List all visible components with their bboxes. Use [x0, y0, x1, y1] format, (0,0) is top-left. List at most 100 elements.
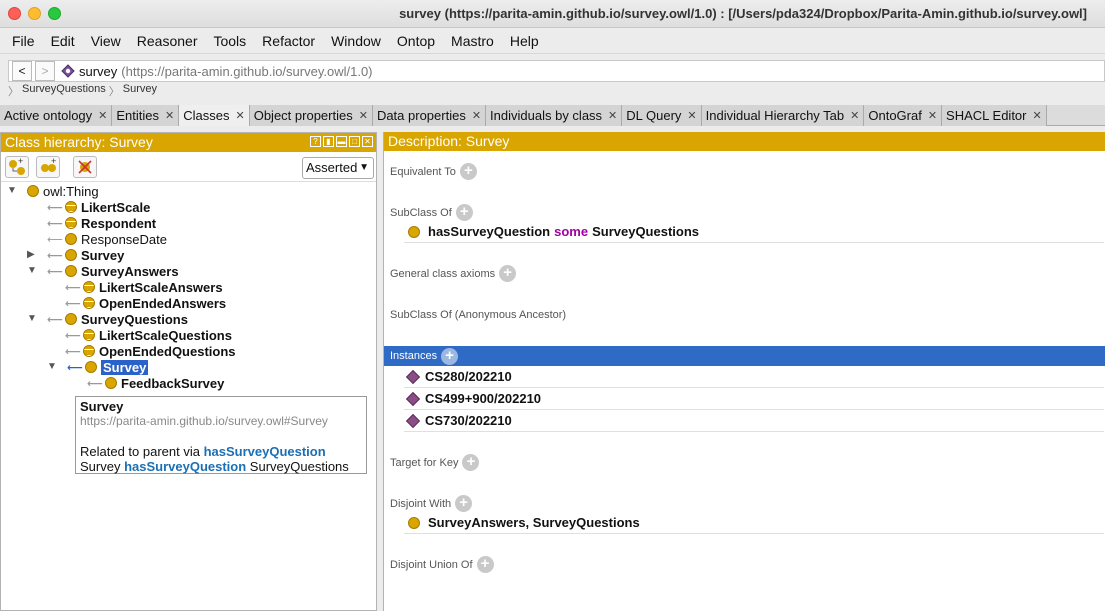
svg-text:+: + — [51, 157, 56, 166]
tab-active-ontology[interactable]: Active ontology ✕ — [0, 105, 113, 126]
chevron-down-icon: ▼ — [359, 162, 369, 173]
instance-item[interactable]: CS499+900/202210 — [405, 391, 541, 406]
tooltip-relation: Related to parent via hasSurveyQuestion — [80, 444, 362, 459]
tree-node-openendedquestions[interactable]: ⟵ OpenEndedQuestions — [65, 343, 236, 359]
expand-toggle-icon[interactable]: ▼ — [27, 265, 37, 276]
close-tab-icon[interactable]: ✕ — [850, 109, 859, 122]
tooltip-text: SurveyQuestions — [246, 459, 349, 474]
close-tab-icon[interactable]: ✕ — [359, 109, 368, 122]
tree-node-survey[interactable]: ⟵ Survey — [47, 247, 124, 263]
menu-refactor[interactable]: Refactor — [254, 33, 323, 49]
close-tab-icon[interactable]: ✕ — [98, 109, 107, 122]
class-hierarchy-panel: Class hierarchy: Survey ? ▮ ▬ □ ✕ + + As… — [0, 132, 377, 611]
close-tab-icon[interactable]: ✕ — [928, 109, 937, 122]
expand-toggle-icon[interactable]: ▼ — [47, 361, 57, 372]
tab-individuals-by-class[interactable]: Individuals by class ✕ — [486, 105, 623, 126]
defined-class-icon — [83, 281, 95, 293]
tab-individual-hierarchy[interactable]: Individual Hierarchy Tab ✕ — [701, 105, 865, 126]
add-sibling-button[interactable]: + — [36, 156, 60, 178]
help-icon[interactable]: ? — [310, 136, 321, 147]
menu-mastro[interactable]: Mastro — [443, 33, 502, 49]
subclass-arrow-icon: ⟵ — [47, 201, 63, 214]
menu-help[interactable]: Help — [502, 33, 547, 49]
tab-object-properties[interactable]: Object properties ✕ — [249, 105, 373, 126]
close-window-button[interactable] — [8, 7, 21, 20]
add-superclass-button[interactable]: + — [455, 204, 473, 221]
class-icon — [408, 516, 420, 529]
maximize-window-button[interactable] — [48, 7, 61, 20]
add-instance-button[interactable]: + — [441, 347, 459, 365]
add-equivalent-button[interactable]: + — [459, 163, 477, 180]
close-tab-icon[interactable]: ✕ — [472, 109, 481, 122]
individual-icon — [405, 413, 421, 428]
instance-item[interactable]: CS730/202210 — [405, 413, 512, 428]
tree-node-likertscale[interactable]: ⟵ LikertScale — [47, 199, 150, 215]
add-general-axiom-button[interactable]: + — [499, 265, 517, 282]
tab-classes[interactable]: Classes ✕ — [179, 105, 250, 126]
pin-icon[interactable]: ▮ — [323, 136, 334, 147]
close-tab-icon[interactable]: ✕ — [165, 109, 174, 122]
tree-node-respondent[interactable]: ⟵ Respondent — [47, 215, 156, 231]
tree-node-surveyanswers[interactable]: ⟵ SurveyAnswers — [47, 263, 179, 279]
tree-node-owl-thing[interactable]: owl:Thing — [27, 183, 99, 199]
back-button[interactable]: < — [12, 61, 32, 81]
section-label: SubClass Of — [390, 206, 452, 219]
close-panel-icon[interactable]: ✕ — [362, 136, 373, 147]
menu-file[interactable]: File — [4, 33, 43, 49]
tab-ontograf[interactable]: OntoGraf ✕ — [864, 105, 943, 126]
tree-node-feedbacksurvey[interactable]: ⟵ FeedbackSurvey — [87, 375, 224, 391]
close-tab-icon[interactable]: ✕ — [687, 109, 696, 122]
expand-toggle-icon[interactable]: ▼ — [27, 313, 37, 324]
subclass-axiom[interactable]: hasSurveyQuestion some SurveyQuestions — [408, 224, 699, 239]
tree-node-openendedanswers[interactable]: ⟵ OpenEndedAnswers — [65, 295, 226, 311]
class-icon — [85, 361, 97, 373]
close-tab-icon[interactable]: ✕ — [236, 109, 245, 122]
class-icon — [65, 265, 77, 277]
tree-node-likertscaleanswers[interactable]: ⟵ LikertScaleAnswers — [65, 279, 223, 295]
axiom-filler: SurveyQuestions — [592, 224, 700, 239]
close-tab-icon[interactable]: ✕ — [608, 109, 617, 122]
menu-tools[interactable]: Tools — [205, 33, 254, 49]
section-general-axioms: General class axioms + — [390, 265, 517, 282]
subclass-arrow-icon: ⟵ — [65, 281, 81, 294]
breadcrumb-item[interactable]: SurveyQuestions — [22, 83, 106, 99]
tab-data-properties[interactable]: Data properties ✕ — [372, 105, 487, 126]
menu-window[interactable]: Window — [323, 33, 389, 49]
tab-shacl-editor[interactable]: SHACL Editor ✕ — [942, 105, 1047, 126]
expand-toggle-icon[interactable]: ▶ — [27, 249, 35, 260]
subclass-arrow-icon: ⟵ — [65, 345, 81, 358]
defined-class-icon — [83, 345, 95, 357]
tree-node-surveyquestions[interactable]: ⟵ SurveyQuestions — [47, 311, 188, 327]
tree-node-responsedate[interactable]: ⟵ ResponseDate — [47, 231, 167, 247]
maximize-panel-icon[interactable]: □ — [349, 136, 360, 147]
hierarchy-mode-select[interactable]: Asserted ▼ — [302, 157, 374, 179]
instance-label: CS280/202210 — [425, 369, 512, 384]
tab-label: SHACL Editor — [946, 108, 1027, 123]
close-tab-icon[interactable]: ✕ — [1032, 109, 1041, 122]
tab-dl-query[interactable]: DL Query ✕ — [622, 105, 702, 126]
forward-button[interactable]: > — [35, 61, 55, 81]
class-icon — [65, 233, 77, 245]
add-disjoint-button[interactable]: + — [455, 495, 473, 512]
add-key-button[interactable]: + — [462, 454, 480, 471]
add-disjoint-union-button[interactable]: + — [476, 556, 494, 573]
delete-class-button[interactable] — [73, 156, 97, 178]
instance-item[interactable]: CS280/202210 — [405, 369, 512, 384]
tree-node-likertscalequestions[interactable]: ⟵ LikertScaleQuestions — [65, 327, 232, 343]
minimize-panel-icon[interactable]: ▬ — [336, 136, 347, 147]
tree-node-survey-selected[interactable]: ⟵ Survey — [67, 359, 149, 375]
minimize-window-button[interactable] — [28, 7, 41, 20]
section-label: Instances — [390, 350, 438, 362]
menu-edit[interactable]: Edit — [43, 33, 83, 49]
expand-toggle-icon[interactable]: ▼ — [7, 185, 17, 196]
ontology-icon — [61, 64, 75, 78]
menu-reasoner[interactable]: Reasoner — [129, 33, 206, 49]
breadcrumb-item[interactable]: Survey — [123, 83, 157, 99]
panel-header: Class hierarchy: Survey ? ▮ ▬ □ ✕ — [1, 133, 376, 152]
tab-entities[interactable]: Entities ✕ — [112, 105, 180, 126]
menu-view[interactable]: View — [83, 33, 129, 49]
add-subclass-button[interactable]: + — [5, 156, 29, 178]
menu-ontop[interactable]: Ontop — [389, 33, 443, 49]
tree-node-label: ResponseDate — [81, 231, 167, 247]
disjoint-axiom[interactable]: SurveyAnswers, SurveyQuestions — [408, 515, 640, 530]
